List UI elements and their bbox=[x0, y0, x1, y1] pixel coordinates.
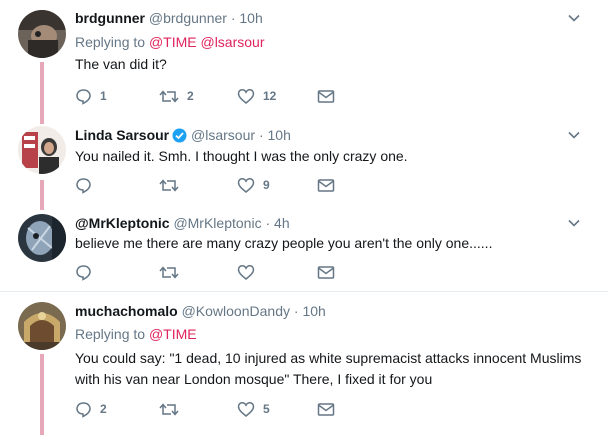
like-icon bbox=[237, 401, 255, 417]
separator-dot: · bbox=[258, 127, 264, 143]
like-button[interactable]: 5 bbox=[237, 400, 270, 418]
reply-thread: brdgunner @brdgunner · 10h Replying to @… bbox=[0, 0, 608, 435]
reply-button[interactable] bbox=[75, 263, 100, 281]
message-icon bbox=[317, 265, 335, 279]
like-button[interactable] bbox=[237, 263, 263, 281]
thread-connector bbox=[40, 118, 44, 124]
thread-connector bbox=[40, 204, 44, 210]
chevron-down-icon[interactable] bbox=[568, 129, 580, 141]
tweet-text: The van did it? bbox=[75, 56, 167, 72]
retweet-icon bbox=[159, 178, 179, 192]
reply-icon bbox=[76, 401, 91, 418]
reply-button[interactable]: 2 bbox=[75, 400, 107, 418]
separator-dot: · bbox=[265, 215, 271, 231]
reply-icon bbox=[76, 264, 91, 281]
retweet-icon bbox=[159, 265, 179, 279]
avatar[interactable] bbox=[18, 214, 66, 262]
message-button[interactable] bbox=[317, 87, 335, 105]
chevron-down-icon[interactable] bbox=[568, 217, 580, 229]
replying-label: Replying to bbox=[75, 326, 146, 342]
reply-button[interactable] bbox=[75, 176, 100, 194]
separator-dot: · bbox=[293, 303, 299, 319]
like-icon bbox=[237, 88, 255, 104]
tweet-linda-sarsour[interactable]: Linda Sarsour @lsarsour · 10h You nailed… bbox=[0, 118, 608, 204]
message-button[interactable] bbox=[317, 263, 335, 281]
tweet-text: You could say: "1 dead, 10 injured as wh… bbox=[75, 348, 595, 390]
tweet-text: You nailed it. Smh. I thought I was the … bbox=[75, 148, 408, 164]
message-icon bbox=[317, 402, 335, 416]
tweet-text-line: with his van near London mosque" There, … bbox=[75, 371, 433, 387]
display-name[interactable]: brdgunner bbox=[75, 10, 145, 26]
message-icon bbox=[317, 178, 335, 192]
retweet-icon bbox=[159, 89, 179, 103]
like-button[interactable]: 9 bbox=[237, 176, 270, 194]
retweet-button[interactable] bbox=[159, 400, 187, 418]
tweet-brdgunner[interactable]: brdgunner @brdgunner · 10h Replying to @… bbox=[0, 0, 608, 118]
tweet-text: believe me there are many crazy people y… bbox=[75, 235, 493, 251]
display-name[interactable]: muchachomalo bbox=[75, 303, 178, 319]
tweet-header: Linda Sarsour @lsarsour · 10h bbox=[75, 126, 291, 144]
like-count: 5 bbox=[263, 402, 270, 416]
retweet-button[interactable]: 2 bbox=[159, 87, 194, 105]
timestamp[interactable]: 10h bbox=[302, 303, 325, 319]
mention-link[interactable]: @lsarsour bbox=[200, 34, 264, 50]
retweet-count: 2 bbox=[187, 89, 194, 103]
replying-label: Replying to bbox=[75, 34, 146, 50]
message-button[interactable] bbox=[317, 176, 335, 194]
like-count: 12 bbox=[263, 89, 277, 103]
message-button[interactable] bbox=[317, 400, 335, 418]
chevron-down-icon[interactable] bbox=[568, 12, 580, 24]
thread-connector bbox=[40, 180, 44, 204]
tweet-text-line: You could say: "1 dead, 10 injured as wh… bbox=[75, 350, 582, 366]
mention-link[interactable]: @TIME bbox=[149, 326, 197, 342]
verified-icon bbox=[172, 128, 187, 143]
avatar[interactable] bbox=[18, 126, 66, 174]
thread-connector bbox=[40, 354, 44, 435]
thread-connector bbox=[40, 62, 44, 118]
like-icon bbox=[237, 177, 255, 193]
retweet-icon bbox=[159, 402, 179, 416]
replying-to: Replying to @TIME bbox=[75, 325, 197, 343]
retweet-button[interactable] bbox=[159, 176, 187, 194]
timestamp[interactable]: 10h bbox=[268, 127, 291, 143]
tweet-header: muchachomalo @KowloonDandy · 10h bbox=[75, 302, 326, 320]
user-handle[interactable]: @MrKleptonic bbox=[173, 215, 261, 231]
timestamp[interactable]: 10h bbox=[239, 10, 262, 26]
user-handle[interactable]: @KowloonDandy bbox=[182, 303, 290, 319]
like-icon bbox=[237, 264, 255, 280]
display-name[interactable]: Linda Sarsour bbox=[75, 127, 169, 143]
timestamp[interactable]: 4h bbox=[274, 215, 290, 231]
retweet-button[interactable] bbox=[159, 263, 187, 281]
reply-count: 1 bbox=[100, 89, 107, 103]
reply-icon bbox=[76, 177, 91, 194]
user-handle[interactable]: @brdgunner bbox=[149, 10, 227, 26]
mention-link[interactable]: @TIME bbox=[149, 34, 197, 50]
tweet-mrkleptonic[interactable]: @MrKleptonic @MrKleptonic · 4h believe m… bbox=[0, 204, 608, 290]
like-count: 9 bbox=[263, 178, 270, 192]
tweet-header: @MrKleptonic @MrKleptonic · 4h bbox=[75, 214, 290, 232]
avatar[interactable] bbox=[18, 302, 66, 350]
user-handle[interactable]: @lsarsour bbox=[191, 127, 255, 143]
reply-button[interactable]: 1 bbox=[75, 87, 107, 105]
reply-count: 2 bbox=[100, 402, 107, 416]
reply-icon bbox=[76, 88, 91, 105]
display-name[interactable]: @MrKleptonic bbox=[75, 215, 170, 231]
replying-to: Replying to @TIME @lsarsour bbox=[75, 33, 265, 51]
tweet-muchachomalo[interactable]: muchachomalo @KowloonDandy · 10h Replyin… bbox=[0, 292, 608, 435]
like-button[interactable]: 12 bbox=[237, 87, 276, 105]
tweet-header: brdgunner @brdgunner · 10h bbox=[75, 9, 263, 27]
avatar[interactable] bbox=[18, 10, 66, 58]
message-icon bbox=[317, 89, 335, 103]
separator-dot: · bbox=[230, 10, 236, 26]
